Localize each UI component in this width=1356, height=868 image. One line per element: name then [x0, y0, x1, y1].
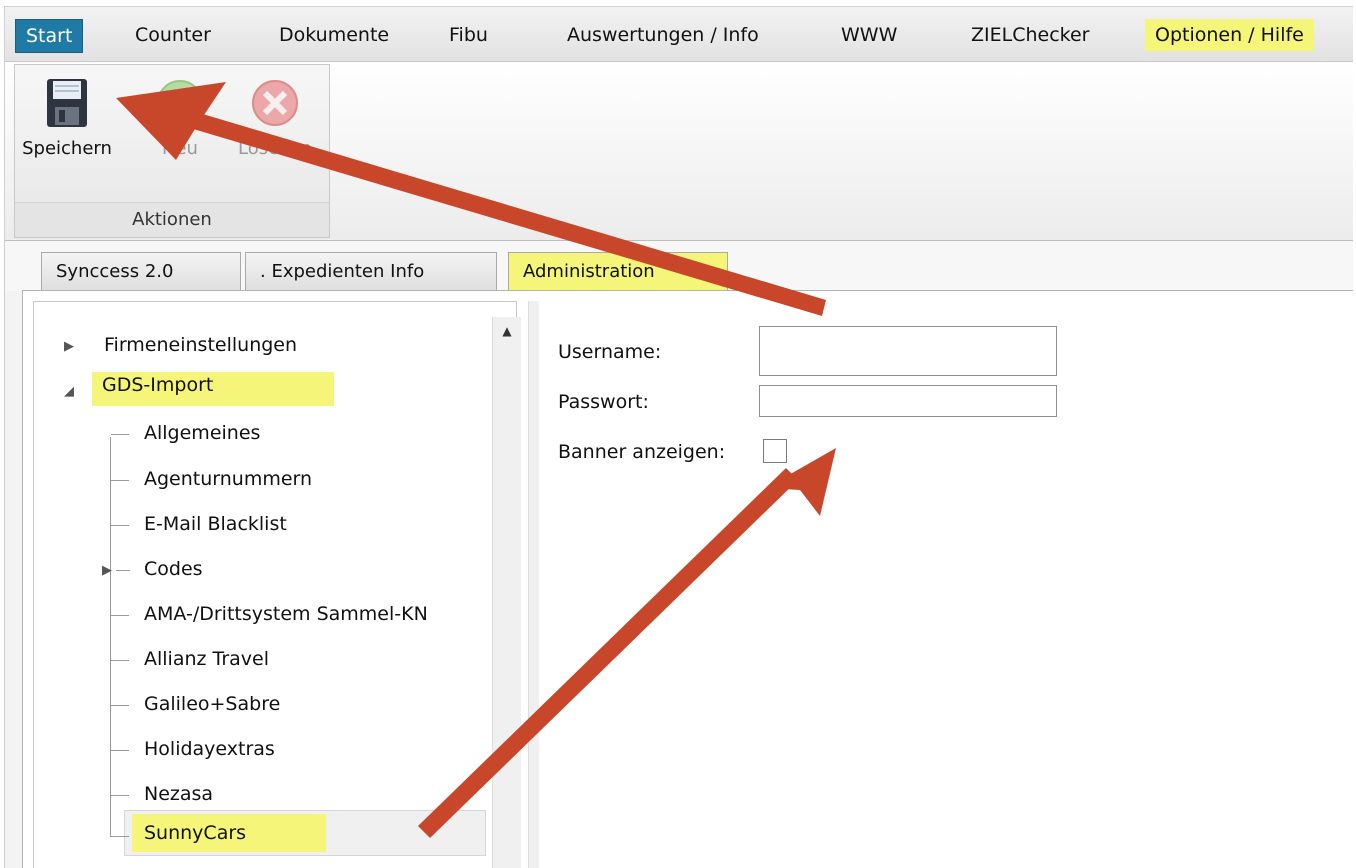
tab-administration[interactable]: Administration	[508, 252, 728, 291]
tree-item-allgemeines[interactable]: Allgemeines	[144, 422, 260, 444]
tree-item-sunnycars[interactable]: SunnyCars	[132, 814, 326, 852]
tree-connector	[111, 525, 129, 526]
tree-item-gds-import[interactable]: GDS-Import	[92, 372, 334, 406]
ribbon: Speichern Neu Löschen Aktionen	[5, 62, 1353, 241]
tree-item-holidayextras[interactable]: Holidayextras	[144, 738, 275, 760]
banner-checkbox[interactable]	[763, 439, 787, 463]
tree-item-allianz-travel[interactable]: Allianz Travel	[144, 648, 269, 670]
menu-bar: Start Counter Dokumente Fibu Auswertunge…	[5, 7, 1353, 62]
tree-connector	[111, 836, 129, 837]
delete-circle-icon	[252, 80, 298, 126]
banner-label: Banner anzeigen:	[558, 441, 726, 463]
menu-www[interactable]: WWW	[831, 19, 907, 51]
expand-arrow-icon[interactable]: ▶	[64, 339, 74, 354]
save-button[interactable]: Speichern	[21, 75, 113, 159]
tree-connector	[111, 705, 129, 706]
password-label: Passwort:	[558, 391, 649, 413]
settings-tree: ▲ ▶ Firmeneinstellungen ◢ GDS-Import All…	[33, 301, 521, 868]
new-button[interactable]: Neu	[145, 75, 215, 159]
app-window: Start Counter Dokumente Fibu Auswertunge…	[4, 6, 1353, 868]
tree-connector	[111, 615, 129, 616]
tree-connector	[111, 480, 129, 481]
menu-fibu[interactable]: Fibu	[439, 19, 498, 51]
tree-item-agenturnummern[interactable]: Agenturnummern	[144, 468, 312, 490]
menu-zielchecker[interactable]: ZIELChecker	[961, 19, 1099, 51]
tab-strip: Synccess 2.0 . Expedienten Info Administ…	[5, 241, 1353, 291]
floppy-disk-icon	[47, 79, 87, 127]
username-label: Username:	[558, 341, 662, 363]
menu-optionen-hilfe[interactable]: Optionen / Hilfe	[1145, 19, 1314, 51]
tree-connector	[110, 437, 111, 837]
new-button-label: Neu	[162, 138, 198, 159]
ribbon-group-label: Aktionen	[15, 202, 329, 237]
ribbon-group-aktionen: Speichern Neu Löschen Aktionen	[14, 64, 330, 238]
tree-scrollbar[interactable]: ▲	[492, 317, 521, 868]
tree-connector	[111, 750, 129, 751]
tree-connector	[111, 434, 129, 435]
menu-start[interactable]: Start	[15, 19, 84, 53]
save-button-label: Speichern	[22, 138, 112, 159]
pane-splitter[interactable]	[528, 301, 539, 868]
collapse-arrow-icon[interactable]: ◢	[64, 384, 74, 399]
tree-item-codes[interactable]: Codes	[144, 558, 203, 580]
tab-synccess[interactable]: Synccess 2.0	[41, 252, 241, 291]
tree-item-firmeneinstellungen[interactable]: Firmeneinstellungen	[104, 334, 297, 356]
delete-button[interactable]: Löschen	[229, 75, 321, 159]
username-input[interactable]	[759, 326, 1057, 376]
tree-connector	[111, 795, 129, 796]
content-panel: ▲ ▶ Firmeneinstellungen ◢ GDS-Import All…	[22, 290, 1353, 868]
delete-button-label: Löschen	[238, 138, 312, 159]
menu-counter[interactable]: Counter	[125, 19, 221, 51]
tree-item-email-blacklist[interactable]: E-Mail Blacklist	[144, 513, 287, 535]
tree-item-nezasa[interactable]: Nezasa	[144, 783, 213, 805]
menu-auswertungen[interactable]: Auswertungen / Info	[557, 19, 769, 51]
add-circle-icon	[157, 80, 203, 126]
tree-connector	[111, 660, 129, 661]
tab-expedienten-info[interactable]: . Expedienten Info	[245, 252, 497, 291]
tree-connector	[116, 570, 130, 571]
menu-dokumente[interactable]: Dokumente	[269, 19, 399, 51]
scroll-up-arrow-icon[interactable]: ▲	[493, 317, 521, 345]
tree-item-galileo-sabre[interactable]: Galileo+Sabre	[144, 693, 280, 715]
tree-item-ama-drittsystem[interactable]: AMA-/Drittsystem Sammel-KN	[144, 603, 428, 625]
expand-arrow-icon[interactable]: ▶	[102, 563, 112, 578]
password-input[interactable]	[759, 385, 1057, 417]
